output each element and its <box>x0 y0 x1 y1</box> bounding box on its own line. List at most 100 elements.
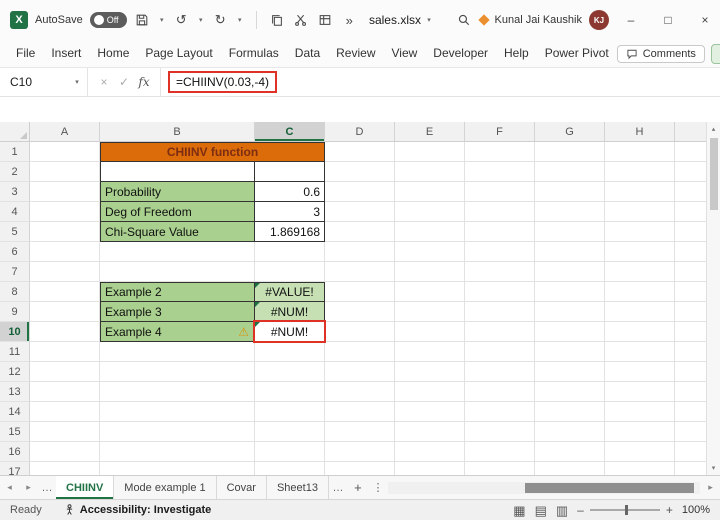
ribbon-tab-formulas[interactable]: Formulas <box>221 40 287 67</box>
enter-entry-icon[interactable]: ✓ <box>114 75 134 89</box>
ribbon-tab-help[interactable]: Help <box>496 40 537 67</box>
cell-G11[interactable] <box>535 342 605 362</box>
cell-B14[interactable] <box>100 402 255 422</box>
cell-D5[interactable] <box>325 222 395 242</box>
cell-F8[interactable] <box>465 282 535 302</box>
column-header-A[interactable]: A <box>30 122 100 142</box>
cell-D8[interactable] <box>325 282 395 302</box>
zoom-in-icon[interactable]: + <box>666 503 673 517</box>
cell-F4[interactable] <box>465 202 535 222</box>
cell-E6[interactable] <box>395 242 465 262</box>
cell-D16[interactable] <box>325 442 395 462</box>
cell-A17[interactable] <box>30 462 100 475</box>
cell-G14[interactable] <box>535 402 605 422</box>
select-all-corner[interactable] <box>0 122 30 142</box>
cell-B16[interactable] <box>100 442 255 462</box>
row-header-8[interactable]: 8 <box>0 282 30 302</box>
row-header-16[interactable]: 16 <box>0 442 30 462</box>
cell-C7[interactable] <box>255 262 325 282</box>
sheet-list-ellipsis-right[interactable]: … <box>329 476 347 499</box>
cell-D2[interactable] <box>325 162 395 182</box>
ribbon-tab-data[interactable]: Data <box>287 40 328 67</box>
cell-A7[interactable] <box>30 262 100 282</box>
cell-F13[interactable] <box>465 382 535 402</box>
cell-H5[interactable] <box>605 222 675 242</box>
cell-G13[interactable] <box>535 382 605 402</box>
sheet-list-ellipsis-left[interactable]: … <box>38 476 56 499</box>
cell-F16[interactable] <box>465 442 535 462</box>
name-box[interactable]: C10 ▾ <box>0 68 88 96</box>
column-header-H[interactable]: H <box>605 122 675 142</box>
redo-icon[interactable]: ↻ <box>212 11 229 29</box>
cell-B7[interactable] <box>100 262 255 282</box>
cell-C2[interactable] <box>255 162 325 182</box>
more-commands-icon[interactable]: » <box>341 11 358 29</box>
document-title[interactable]: sales.xlsx <box>369 13 421 27</box>
column-header-G[interactable]: G <box>535 122 605 142</box>
cell-A12[interactable] <box>30 362 100 382</box>
cell-H7[interactable] <box>605 262 675 282</box>
column-header-D[interactable]: D <box>325 122 395 142</box>
cell-A5[interactable] <box>30 222 100 242</box>
ribbon-tab-review[interactable]: Review <box>328 40 383 67</box>
cell-F9[interactable] <box>465 302 535 322</box>
cell-H15[interactable] <box>605 422 675 442</box>
cell-B9[interactable]: Example 3 <box>100 302 255 322</box>
sheet-tab-chiinv[interactable]: CHIINV <box>56 476 115 499</box>
cell-F10[interactable] <box>465 322 535 342</box>
cell-H6[interactable] <box>605 242 675 262</box>
formula-input[interactable]: =CHIINV(0.03,-4) <box>161 68 720 96</box>
cell-H3[interactable] <box>605 182 675 202</box>
ribbon-tab-view[interactable]: View <box>384 40 426 67</box>
row-header-17[interactable]: 17 <box>0 462 30 475</box>
scroll-down-icon[interactable]: ▾ <box>707 461 720 475</box>
column-header-F[interactable]: F <box>465 122 535 142</box>
cell-A2[interactable] <box>30 162 100 182</box>
cell-B2[interactable] <box>100 162 255 182</box>
cell-D3[interactable] <box>325 182 395 202</box>
cell-D7[interactable] <box>325 262 395 282</box>
cell-B11[interactable] <box>100 342 255 362</box>
row-header-14[interactable]: 14 <box>0 402 30 422</box>
autosave-toggle[interactable]: Off <box>89 12 127 28</box>
table-icon[interactable] <box>317 11 334 29</box>
cell-E8[interactable] <box>395 282 465 302</box>
cell-G2[interactable] <box>535 162 605 182</box>
row-header-4[interactable]: 4 <box>0 202 30 222</box>
cell-D4[interactable] <box>325 202 395 222</box>
sheet-nav-right-icon[interactable]: ▸ <box>19 476 38 499</box>
search-icon[interactable] <box>456 11 473 29</box>
cell-G10[interactable] <box>535 322 605 342</box>
cell-H9[interactable] <box>605 302 675 322</box>
row-header-1[interactable]: 1 <box>0 142 30 162</box>
cell-B17[interactable] <box>100 462 255 475</box>
cell-F14[interactable] <box>465 402 535 422</box>
row-header-12[interactable]: 12 <box>0 362 30 382</box>
cell-G1[interactable] <box>535 142 605 162</box>
cell-D15[interactable] <box>325 422 395 442</box>
cell-B4[interactable]: Deg of Freedom <box>100 202 255 222</box>
ribbon-tab-home[interactable]: Home <box>89 40 137 67</box>
cell-G3[interactable] <box>535 182 605 202</box>
cell-F11[interactable] <box>465 342 535 362</box>
document-title-dropdown-icon[interactable]: ▾ <box>425 16 433 24</box>
cell-G4[interactable] <box>535 202 605 222</box>
redo-dropdown-icon[interactable]: ▾ <box>236 16 244 24</box>
cell-E14[interactable] <box>395 402 465 422</box>
comments-button[interactable]: Comments <box>616 44 705 63</box>
cell-B15[interactable] <box>100 422 255 442</box>
cell-E2[interactable] <box>395 162 465 182</box>
copy-icon[interactable] <box>269 11 286 29</box>
close-button[interactable]: × <box>690 0 720 40</box>
cell-F3[interactable] <box>465 182 535 202</box>
cell-A1[interactable] <box>30 142 100 162</box>
cell-D10[interactable] <box>325 322 395 342</box>
cell-A16[interactable] <box>30 442 100 462</box>
page-break-view-icon[interactable]: ▥ <box>556 504 568 517</box>
insert-function-icon[interactable]: fx <box>134 75 154 89</box>
cell-B3[interactable]: Probability <box>100 182 255 202</box>
cell-A10[interactable] <box>30 322 100 342</box>
cell-H17[interactable] <box>605 462 675 475</box>
cell-E1[interactable] <box>395 142 465 162</box>
cell-A11[interactable] <box>30 342 100 362</box>
